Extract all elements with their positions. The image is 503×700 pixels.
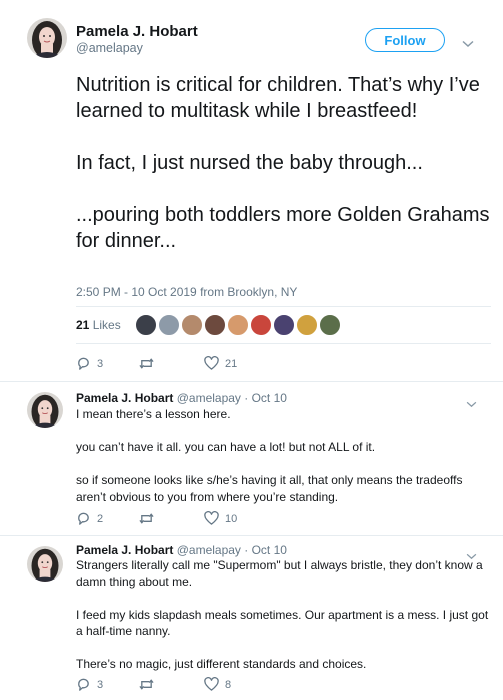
reply-header: Pamela J. Hobart @amelapay · Oct 10 — [76, 543, 287, 557]
liker-avatar[interactable] — [319, 314, 341, 336]
liker-avatar[interactable] — [273, 314, 295, 336]
like-button[interactable]: 10 — [204, 511, 237, 526]
tweet-timestamp[interactable]: 2:50 PM - 10 Oct 2019 from Brooklyn, NY — [76, 285, 297, 299]
reply-count: 2 — [97, 512, 104, 525]
reply-header: Pamela J. Hobart @amelapay · Oct 10 — [76, 391, 287, 405]
reply-button[interactable]: 3 — [76, 677, 103, 692]
author-name[interactable]: Pamela J. Hobart — [76, 543, 173, 557]
avatar[interactable] — [27, 392, 63, 428]
retweet-icon — [138, 511, 155, 526]
heart-icon — [204, 356, 219, 371]
like-button[interactable]: 8 — [204, 677, 231, 692]
reply-paragraph: so if someone looks like s/he’s having i… — [76, 473, 463, 504]
reply-count: 3 — [97, 678, 104, 691]
separator — [0, 535, 503, 536]
liker-avatar[interactable] — [181, 314, 203, 336]
liker-avatar[interactable] — [250, 314, 272, 336]
reply-paragraph: I mean there’s a lesson here. — [76, 407, 231, 421]
heart-icon — [204, 511, 219, 526]
chevron-down-icon[interactable] — [462, 35, 474, 53]
reply-icon — [76, 511, 91, 526]
reply-text: I mean there’s a lesson here. you can’t … — [76, 406, 491, 505]
author-name[interactable]: Pamela J. Hobart — [76, 391, 173, 405]
reply-count: 3 — [97, 357, 104, 370]
avatar[interactable] — [27, 546, 63, 582]
author-handle[interactable]: @amelapay — [76, 41, 143, 55]
retweet-button[interactable] — [138, 356, 161, 371]
tweet-paragraph: In fact, I just nursed the baby through.… — [76, 152, 423, 174]
handle-date[interactable]: @amelapay · Oct 10 — [177, 543, 287, 557]
reply-icon — [76, 356, 91, 371]
retweet-icon — [138, 356, 155, 371]
like-count: 21 — [225, 357, 238, 370]
reply-button[interactable]: 3 — [76, 356, 103, 371]
retweet-button[interactable] — [138, 511, 161, 526]
heart-icon — [204, 677, 219, 692]
reply-button[interactable]: 2 — [76, 511, 103, 526]
reply-paragraph: you can’t have it all. you can have a lo… — [76, 440, 376, 454]
liker-avatar[interactable] — [204, 314, 226, 336]
separator — [0, 381, 503, 382]
reply-icon — [76, 677, 91, 692]
retweet-icon — [138, 677, 155, 692]
reply-paragraph: Strangers literally call me "Supermom" b… — [76, 558, 483, 589]
like-button[interactable]: 21 — [204, 356, 237, 371]
like-count: 10 — [225, 512, 238, 525]
like-count: 8 — [225, 678, 232, 691]
likes-count[interactable]: 21 Likes — [76, 318, 121, 332]
tweet-paragraph: Nutrition is critical for children. That… — [76, 74, 480, 122]
divider — [76, 306, 491, 307]
liker-avatar[interactable] — [227, 314, 249, 336]
retweet-button[interactable] — [138, 677, 161, 692]
reply-paragraph: I feed my kids slapdash meals sometimes.… — [76, 607, 489, 639]
likes-number: 21 — [76, 318, 90, 332]
handle-date[interactable]: @amelapay · Oct 10 — [177, 391, 287, 405]
likes-label: Likes — [92, 318, 121, 332]
follow-button[interactable]: Follow — [365, 28, 445, 52]
liker-avatar[interactable] — [158, 314, 180, 336]
avatar[interactable] — [27, 18, 67, 58]
reply-text: Strangers literally call me "Supermom" b… — [76, 557, 491, 673]
tweet-paragraph: ...pouring both toddlers more Golden Gra… — [76, 204, 490, 252]
liker-avatar[interactable] — [296, 314, 318, 336]
divider — [76, 343, 491, 344]
author-name[interactable]: Pamela J. Hobart — [76, 23, 198, 40]
liker-avatar[interactable] — [135, 314, 157, 336]
reply-paragraph: There’s no magic, just different standar… — [76, 657, 367, 671]
tweet-text: Nutrition is critical for children. That… — [76, 72, 491, 254]
